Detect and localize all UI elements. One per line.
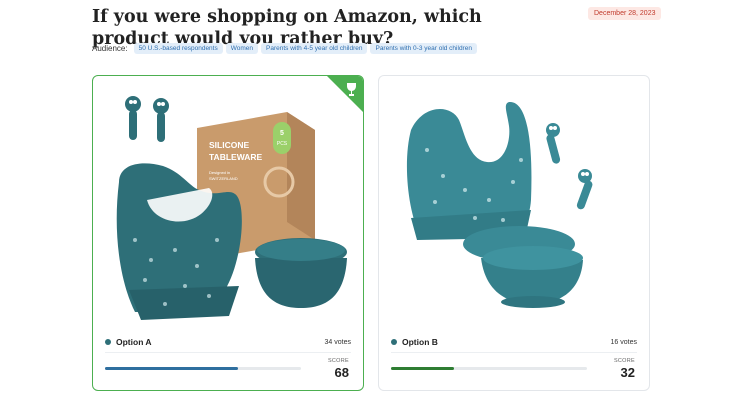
option-b-score-bar-fill [391, 367, 454, 370]
audience-row: Audience: 50 U.S.-based respondents Wome… [92, 43, 477, 54]
option-b-score: 32 [620, 365, 635, 380]
option-a-label-group: Option A [105, 337, 152, 347]
option-b-score-bar [391, 367, 587, 370]
option-b-row: Option B 16 votes [391, 337, 637, 347]
box-count-unit: PCS [277, 141, 288, 147]
box-line-1: SILICONE [209, 140, 249, 150]
box-line-2: TABLEWARE [209, 152, 263, 162]
option-a-product-image: 5 PCS SILICONE TABLEWARE Designed in SWI… [105, 90, 351, 330]
date-badge: December 28, 2023 [588, 7, 662, 20]
option-a-score: 68 [334, 365, 349, 380]
option-dot-icon [105, 339, 111, 345]
option-a-name: Option A [116, 337, 152, 347]
score-label: SCORE [613, 358, 635, 364]
trophy-icon [327, 76, 363, 112]
divider [391, 352, 637, 353]
audience-chip: 50 U.S.-based respondents [133, 43, 223, 54]
option-a-score-bar [105, 367, 301, 370]
option-dot-icon [391, 339, 397, 345]
option-a-score-bar-fill [105, 367, 239, 370]
box-count: 5 [280, 130, 284, 137]
divider [105, 352, 351, 353]
box-line-3: Designed in [209, 170, 230, 175]
option-b-votes: 16 votes [610, 338, 637, 346]
box-line-4: SWITZERLAND [209, 176, 238, 181]
option-b-label-group: Option B [391, 337, 438, 347]
option-a-card[interactable]: 5 PCS SILICONE TABLEWARE Designed in SWI… [92, 75, 364, 391]
audience-chip: Parents with 0-3 year old children [370, 43, 477, 54]
audience-chip: Women [225, 43, 259, 54]
option-b-card[interactable]: Option B 16 votes SCORE 32 [378, 75, 650, 391]
option-b-product-image [391, 90, 637, 330]
option-a-row: Option A 34 votes [105, 337, 351, 347]
audience-chip: Parents with 4-5 year old children [261, 43, 368, 54]
score-label: SCORE [327, 358, 349, 364]
option-b-name: Option B [402, 337, 438, 347]
audience-label: Audience: [92, 44, 128, 53]
option-a-votes: 34 votes [324, 338, 351, 346]
